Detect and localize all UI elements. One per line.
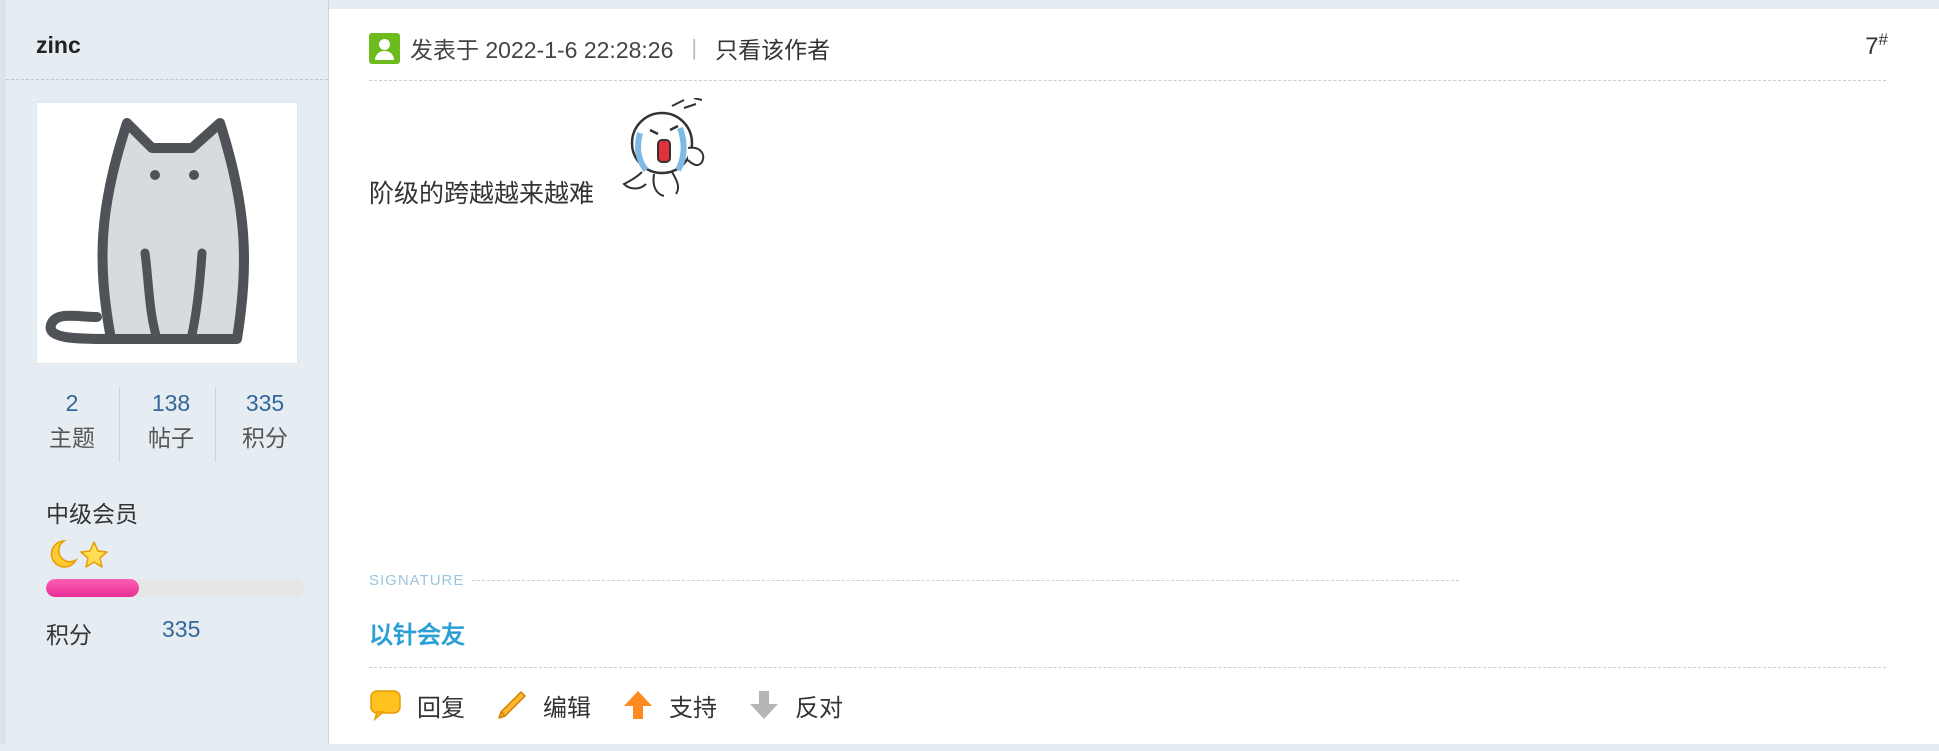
edit-label: 编辑 [543, 694, 591, 722]
only-author-link[interactable]: 只看该作者 [715, 31, 830, 65]
author-sidebar: zinc 2 主题 138 帖子 335 积分 中级会员 积分 335 [0, 0, 329, 751]
stat-value: 2 [65, 390, 79, 416]
support-label: 支持 [669, 694, 717, 722]
stat-threads[interactable]: 2 主题 [26, 386, 118, 466]
avatar[interactable] [36, 102, 298, 364]
post-main: 发表于 2022-1-6 22:28:26 | 只看该作者 7# 阶级的跨越越来… [329, 0, 1939, 751]
author-username[interactable]: zinc [36, 32, 81, 59]
oppose-button[interactable]: 反对 [747, 688, 843, 723]
speech-bubble-icon [370, 690, 401, 722]
stat-label: 帖子 [148, 425, 194, 451]
footer-separator [369, 667, 1886, 668]
stat-label: 主题 [49, 425, 95, 451]
stat-value: 335 [245, 390, 285, 416]
sidebar-edge [0, 0, 6, 751]
stat-label: 积分 [242, 425, 288, 451]
header-separator [369, 80, 1886, 81]
level-progress-fill [46, 579, 140, 597]
online-user-icon [369, 32, 400, 64]
reply-label: 回复 [417, 694, 465, 722]
stat-posts[interactable]: 138 帖子 [125, 386, 217, 466]
arrow-up-icon [624, 691, 652, 719]
moon-star-icon [50, 540, 108, 568]
stat-points[interactable]: 335 积分 [219, 386, 311, 466]
user-group[interactable]: 中级会员 [46, 495, 138, 529]
arrow-down-icon [750, 691, 778, 719]
floor-mark: # [1878, 30, 1888, 49]
signature-text: 以针会友 [369, 622, 465, 649]
support-button[interactable]: 支持 [621, 688, 717, 723]
edit-button[interactable]: 编辑 [495, 688, 591, 723]
username-divider [6, 79, 328, 80]
post-time: 发表于 2022-1-6 22:28:26 [410, 37, 674, 63]
oppose-label: 反对 [795, 694, 843, 722]
score-value[interactable]: 335 [162, 616, 200, 643]
level-progress-bar [46, 579, 305, 597]
stat-value: 138 [151, 390, 191, 416]
stat-divider [215, 388, 216, 462]
post-header: 发表于 2022-1-6 22:28:26 | 只看该作者 [369, 30, 830, 66]
score-label: 积分 [46, 622, 92, 648]
stat-divider [119, 388, 120, 462]
bottom-divider [0, 744, 1939, 751]
crying-face-emoji-icon [622, 97, 716, 204]
post-content: 阶级的跨越越来越难 [369, 180, 595, 208]
signature-tag: SIGNATURE [369, 572, 465, 589]
floor-value: 7 [1865, 33, 1879, 60]
post-actions: 回复 编辑 支持 反对 [369, 688, 873, 722]
reply-button[interactable]: 回复 [369, 688, 465, 723]
post-container: zinc 2 主题 138 帖子 335 积分 中级会员 积分 335 发表于 … [0, 0, 1939, 751]
author-stats: 2 主题 138 帖子 335 积分 [26, 386, 316, 466]
rank-icons [46, 538, 112, 570]
cat-avatar-icon [45, 118, 249, 344]
header-divider: | [691, 35, 698, 60]
pencil-icon [498, 691, 526, 719]
floor-number[interactable]: 7# [1865, 30, 1888, 61]
signature-divider [472, 580, 1459, 581]
signature-header: SIGNATURE [369, 572, 1459, 589]
